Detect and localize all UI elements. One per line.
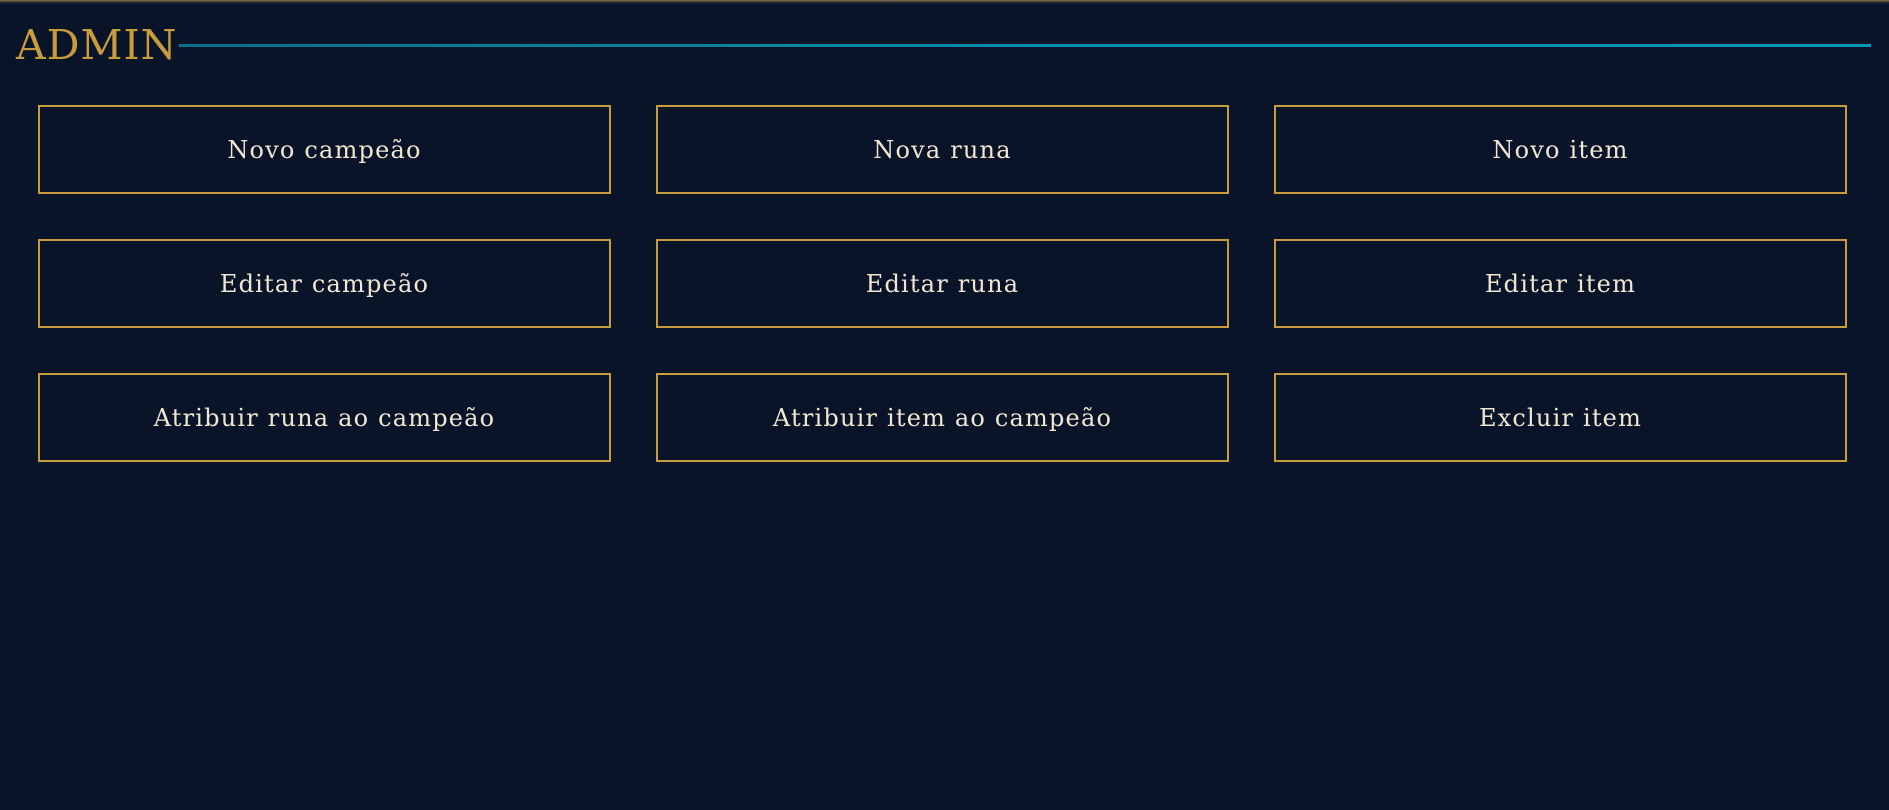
edit-champion-button[interactable]: Editar campeão [38,239,611,328]
new-rune-button[interactable]: Nova runa [656,105,1229,194]
edit-item-button[interactable]: Editar item [1274,239,1847,328]
title-divider-line [179,44,1871,47]
admin-actions-grid: Novo campeão Nova runa Novo item Editar … [38,105,1847,462]
page-header: ADMIN [16,20,1871,70]
assign-item-to-champion-button[interactable]: Atribuir item ao campeão [656,373,1229,462]
edit-rune-button[interactable]: Editar runa [656,239,1229,328]
delete-item-button[interactable]: Excluir item [1274,373,1847,462]
new-champion-button[interactable]: Novo campeão [38,105,611,194]
top-border-glow [0,0,1889,4]
assign-rune-to-champion-button[interactable]: Atribuir runa ao campeão [38,373,611,462]
page-title: ADMIN [16,21,178,69]
new-item-button[interactable]: Novo item [1274,105,1847,194]
